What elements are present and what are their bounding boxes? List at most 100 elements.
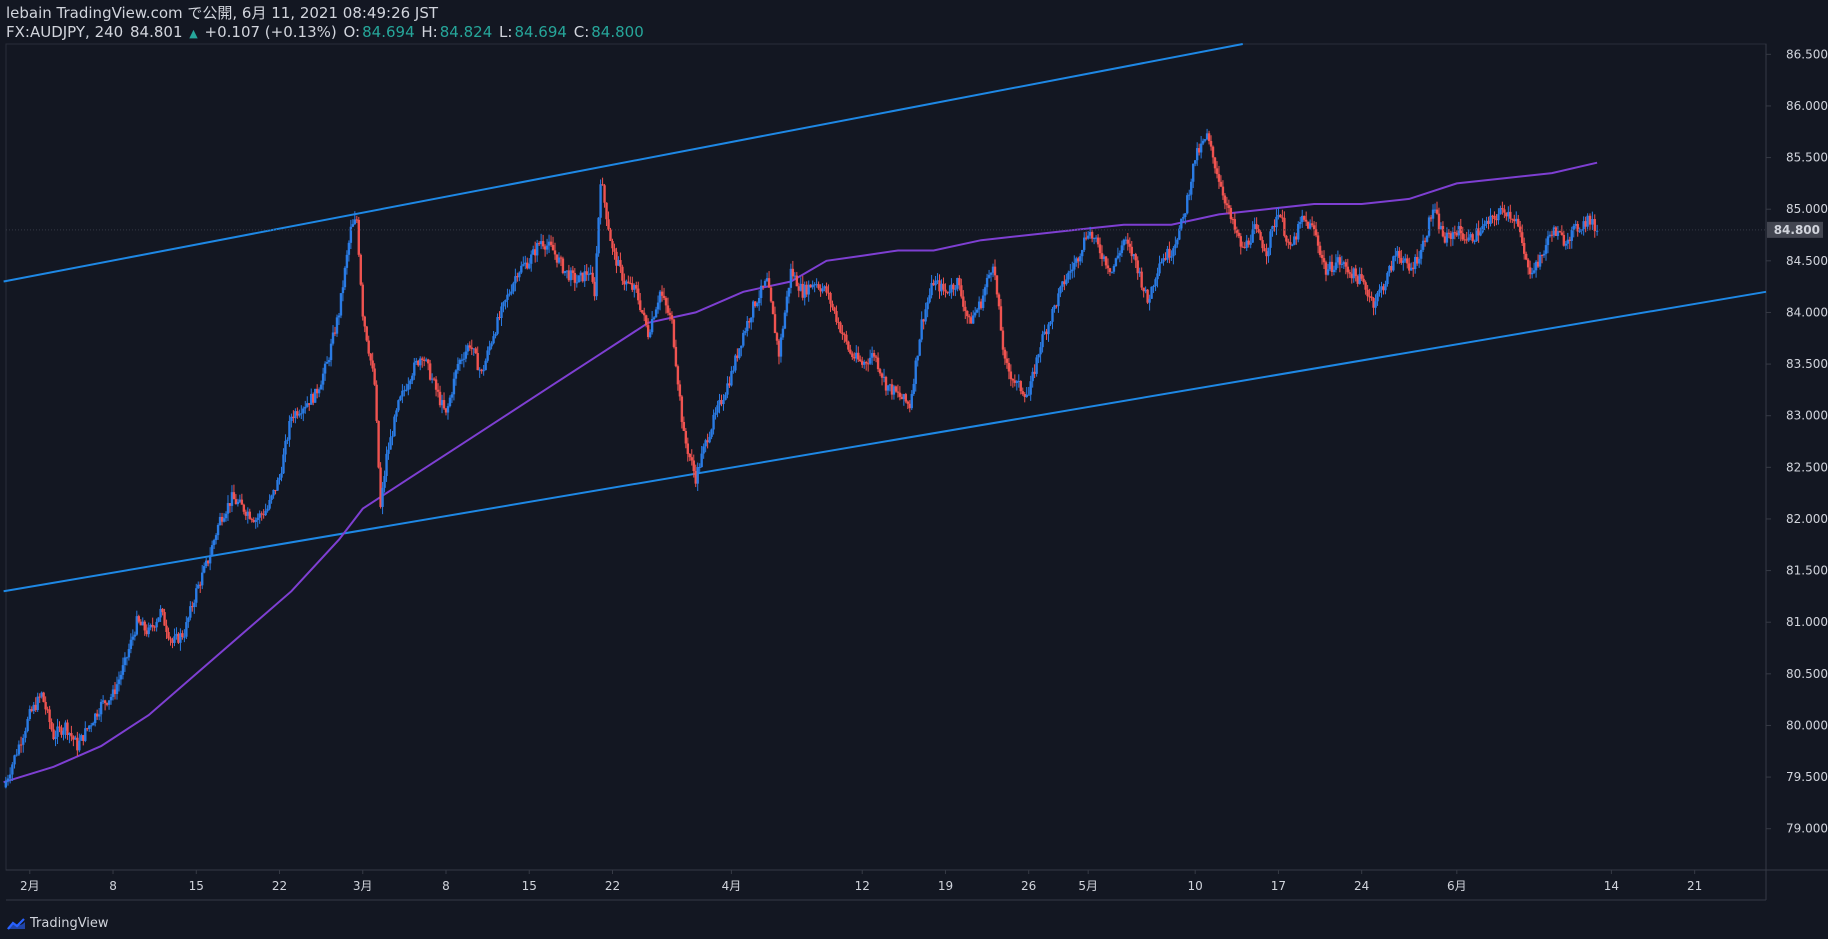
candle-body <box>1570 229 1573 241</box>
candle-body <box>125 657 129 659</box>
candle-body <box>972 315 975 324</box>
candle-body <box>1530 272 1534 275</box>
candle-body <box>1595 230 1599 232</box>
candle-body <box>601 184 604 186</box>
price-chart[interactable]: 79.000 79.500 80.000 80.500 81.000 81.500 82.0… <box>0 0 1828 939</box>
candle-body <box>151 624 154 627</box>
candle-body <box>58 726 61 728</box>
candle-body <box>92 723 95 726</box>
candle-body <box>127 649 131 658</box>
candle-body <box>1148 298 1151 303</box>
candle-body <box>1065 279 1068 285</box>
price-axis[interactable]: 79.000 79.500 80.000 80.500 81.000 81.500 82.0… <box>1766 47 1828 836</box>
candle-body <box>1134 254 1137 261</box>
candle-body <box>383 476 386 488</box>
candle-body <box>391 436 394 438</box>
candle-body <box>1223 195 1227 204</box>
candle-body <box>270 495 273 500</box>
candle-body <box>276 480 279 491</box>
candle-body <box>1059 286 1062 294</box>
candle-body <box>1348 272 1351 274</box>
time-axis[interactable]: 2月 8 15 22 3月 8 15 22 4月 12 19 26 5月 10 17 24 6月 14 21 <box>20 870 1702 893</box>
candle-body <box>712 414 715 430</box>
candle-body <box>1215 168 1219 175</box>
candle-body <box>413 362 416 376</box>
candle-body <box>242 504 246 512</box>
channel-line-upper[interactable] <box>3 43 1243 283</box>
candle-body <box>518 272 521 278</box>
candle-body <box>528 263 531 269</box>
candle-body <box>6 778 10 782</box>
candle-body <box>676 366 680 385</box>
candle-body <box>1576 223 1579 232</box>
candle-body <box>347 242 351 255</box>
candle-body <box>599 184 602 218</box>
candle-body <box>928 295 931 303</box>
candle-body <box>1479 232 1482 236</box>
candle-body <box>1209 141 1213 147</box>
candle-body <box>672 319 676 347</box>
candle-body <box>1108 268 1112 273</box>
candle-body <box>535 243 539 256</box>
candle-body <box>1071 269 1074 272</box>
candle-body <box>1340 263 1344 265</box>
candle-body <box>1156 273 1159 280</box>
candle-body <box>173 636 176 643</box>
candle-body <box>288 420 291 440</box>
candle-body <box>385 453 388 477</box>
candle-body <box>960 285 963 297</box>
y-tick-label: 79.000 <box>1786 822 1828 836</box>
candle-body <box>1558 231 1562 233</box>
candle-body <box>1338 257 1342 265</box>
candle-body <box>545 245 549 250</box>
candle-body <box>1098 244 1102 254</box>
candle-body <box>1285 235 1288 242</box>
candle-body <box>377 420 380 468</box>
candle-body <box>1120 245 1124 254</box>
channel-line-lower[interactable] <box>3 290 1767 593</box>
candle-body <box>859 359 862 362</box>
candle-body <box>1186 195 1189 214</box>
candle-body <box>783 312 787 329</box>
candle-body <box>641 310 644 313</box>
candle-body <box>1152 286 1155 288</box>
candle-body <box>934 280 937 286</box>
candle-body <box>1188 194 1191 196</box>
candle-body <box>446 406 450 413</box>
candle-body <box>746 321 749 332</box>
candle-body <box>942 283 945 290</box>
candle-body <box>1106 265 1110 269</box>
candle-body <box>664 298 668 306</box>
y-tick-label: 84.000 <box>1786 305 1828 319</box>
candle-body <box>975 309 979 313</box>
candle-body <box>744 331 747 333</box>
candle-body <box>428 363 432 380</box>
candle-body <box>710 429 713 437</box>
candle-body <box>321 373 325 385</box>
candle-body <box>553 250 557 255</box>
candle-body <box>1182 216 1185 219</box>
candle-body <box>506 294 509 300</box>
candle-body <box>1255 224 1258 230</box>
candle-body <box>680 396 684 422</box>
candle-body <box>750 317 753 323</box>
candle-body <box>442 400 446 409</box>
candle-body <box>268 499 271 509</box>
candle-body <box>698 467 701 469</box>
candle-body <box>254 520 257 523</box>
tradingview-brand[interactable]: TradingView <box>6 916 109 931</box>
candle-body <box>1283 217 1286 236</box>
candle-body <box>1378 289 1381 293</box>
candle-body <box>1546 236 1550 246</box>
candle-body <box>1334 262 1338 270</box>
candle-body <box>656 302 660 310</box>
candle-body <box>399 396 402 401</box>
y-tick-label: 86.000 <box>1786 99 1828 113</box>
candle-body <box>1503 209 1506 213</box>
candle-body <box>541 241 545 247</box>
candle-body <box>1302 215 1306 220</box>
x-tick-label: 22 <box>605 879 620 893</box>
candle-body <box>1051 308 1054 322</box>
candle-body <box>1005 358 1009 363</box>
candle-body <box>1370 296 1373 299</box>
